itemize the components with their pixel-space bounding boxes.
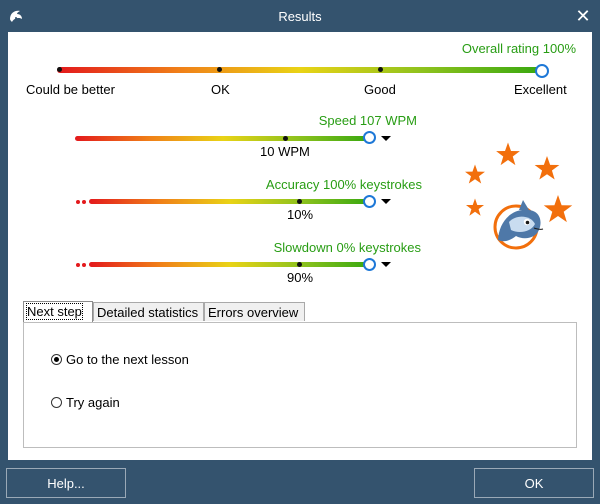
option-try-again-label: Try again [66, 395, 120, 410]
tab-errors-overview[interactable]: Errors overview [204, 302, 305, 321]
tab-detailed-statistics[interactable]: Detailed statistics [93, 302, 204, 321]
tab-label: Detailed statistics [97, 305, 199, 320]
option-try-again[interactable]: Try again [51, 395, 251, 411]
accuracy-scale-label: 10% [287, 207, 314, 222]
window-title: Results [278, 9, 322, 24]
star-icon [534, 156, 560, 180]
speed-scale-label: 10 WPM [260, 144, 310, 159]
slowdown-bar [89, 262, 371, 267]
speed-tick-dot [283, 136, 288, 141]
radio-next-lesson[interactable] [51, 354, 62, 365]
accuracy-dot-red [76, 200, 80, 204]
slowdown-label: Slowdown 0% keystrokes [273, 240, 421, 255]
slowdown-dot-red [82, 263, 86, 267]
overall-tick-label: Good [364, 82, 396, 97]
slowdown-dropdown-arrow[interactable] [381, 262, 391, 267]
overall-tick-dot [57, 67, 62, 72]
speed-dropdown-arrow[interactable] [381, 136, 391, 141]
accuracy-bar [89, 199, 371, 204]
tab-label: Errors overview [208, 305, 299, 320]
tab-next-step[interactable]: Next step [23, 301, 93, 322]
overall-tick-label: Excellent [514, 82, 567, 97]
speed-label: Speed 107 WPM [318, 113, 417, 128]
speed-bar [75, 136, 371, 141]
close-icon: ✕ [575, 6, 591, 26]
overall-tick-label: OK [211, 82, 230, 97]
help-button[interactable]: Help... [6, 468, 126, 498]
accuracy-marker [363, 195, 376, 208]
star-icon [465, 198, 485, 216]
rating-stars [465, 142, 573, 250]
accuracy-dot-red [82, 200, 86, 204]
next-step-panel: Go to the next lesson Try again [23, 322, 577, 448]
overall-rating-bar [57, 67, 544, 73]
overall-tick-label: Could be better [26, 82, 115, 97]
option-next-lesson-label: Go to the next lesson [66, 352, 189, 367]
results-panel: Overall rating 100% Could be better OK G… [8, 32, 592, 460]
star-icon [543, 195, 573, 223]
option-next-lesson[interactable]: Go to the next lesson [51, 352, 251, 368]
star-icon [465, 164, 485, 184]
accuracy-label: Accuracy 100% keystrokes [265, 177, 422, 192]
overall-rating-marker [535, 64, 549, 78]
slowdown-dot-red [76, 263, 80, 267]
ok-button[interactable]: OK [474, 468, 594, 498]
accuracy-dropdown-arrow[interactable] [381, 199, 391, 204]
radio-try-again[interactable] [51, 397, 62, 408]
star-icon [496, 142, 520, 166]
dolphin-mascot-icon [493, 200, 544, 250]
slowdown-marker [363, 258, 376, 271]
accuracy-tick-dot [297, 199, 302, 204]
overall-tick-dot [217, 67, 222, 72]
tab-label: Next step [26, 303, 83, 320]
speed-marker [363, 131, 376, 144]
overall-tick-dot [378, 67, 383, 72]
title-bar: Results ✕ [0, 0, 600, 32]
slowdown-tick-dot [297, 262, 302, 267]
close-button[interactable]: ✕ [572, 5, 594, 27]
overall-rating-label: Overall rating 100% [461, 41, 576, 56]
slowdown-scale-label: 90% [287, 270, 314, 285]
